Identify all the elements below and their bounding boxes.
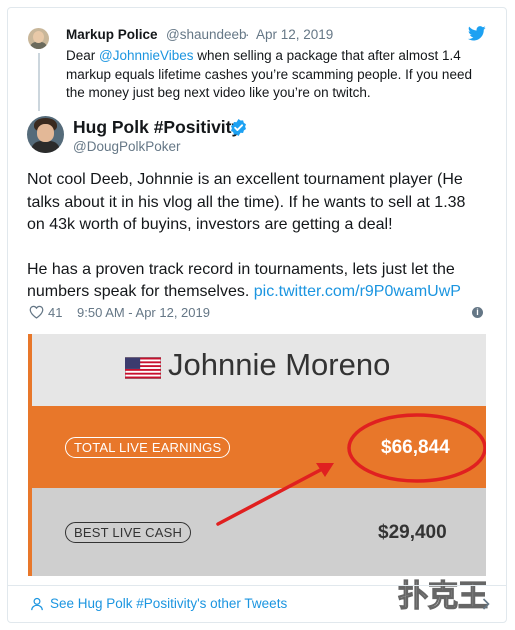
heart-icon[interactable]	[29, 305, 44, 319]
main-author-avatar[interactable]	[27, 116, 64, 153]
verified-badge-icon	[231, 119, 246, 136]
tweet-paragraph-2: He has a proven track record in tourname…	[27, 260, 461, 301]
tweet-timestamp[interactable]: 9:50 AM - Apr 12, 2019	[77, 305, 210, 320]
see-other-tweets-link[interactable]: See Hug Polk #Positivity's other Tweets	[50, 596, 287, 611]
reply-author-name[interactable]: Markup Police	[66, 27, 158, 42]
reply-author-avatar[interactable]	[28, 28, 49, 49]
chevron-right-icon[interactable]	[482, 598, 490, 610]
main-tweet-text: Not cool Deeb, Johnnie is an excellent t…	[27, 169, 487, 304]
footer-divider	[8, 585, 506, 586]
reply-author-handle[interactable]: @shaundeeb	[166, 27, 247, 42]
attached-photo[interactable]: Johnnie Moreno TOTAL LIVE EARNINGS $66,8…	[28, 334, 486, 576]
tweet-paragraph-1: Not cool Deeb, Johnnie is an excellent t…	[27, 171, 466, 233]
like-count[interactable]: 41	[48, 305, 62, 320]
reply-separator: ·	[245, 27, 250, 42]
reply-tweet-text: Dear @JohnnieVibes when selling a packag…	[66, 48, 472, 100]
main-author-name[interactable]: Hug Polk #Positivity	[73, 117, 241, 138]
watermark-logo: 扑克王	[397, 578, 488, 614]
highlight-circle	[347, 413, 486, 483]
thread-connector-line	[38, 53, 40, 111]
red-annotations	[216, 413, 486, 526]
info-icon[interactable]: i	[472, 307, 483, 318]
user-icon	[31, 597, 43, 611]
main-author-handle[interactable]: @DougPolkPoker	[73, 139, 181, 154]
annotation-arrow-shaft	[216, 464, 330, 526]
reply-date-link[interactable]: Apr 12, 2019	[256, 27, 333, 42]
pic-link[interactable]: pic.twitter.com/r9P0wamUwP	[254, 283, 461, 300]
mention-link[interactable]: @JohnnieVibes	[99, 48, 194, 63]
twitter-bird-icon[interactable]	[468, 26, 486, 41]
